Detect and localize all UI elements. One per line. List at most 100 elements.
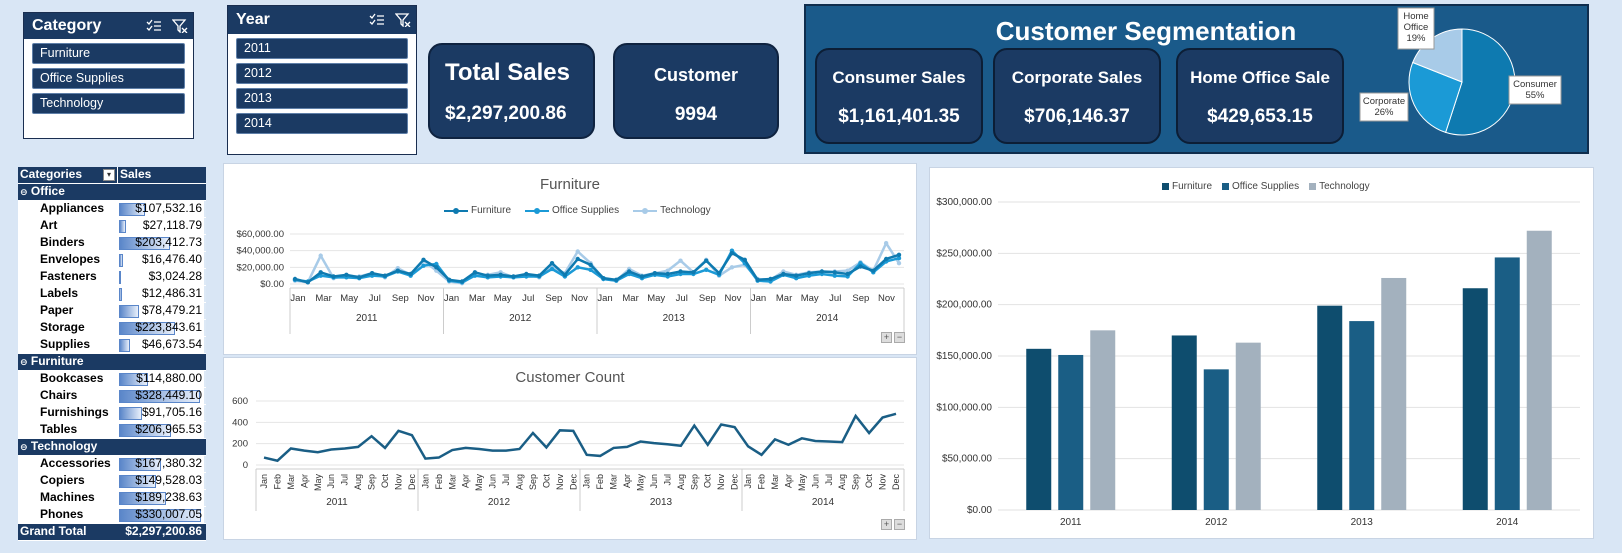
consumer-sales-value: $1,161,401.35 bbox=[838, 106, 960, 127]
expand-button[interactable]: + bbox=[881, 332, 892, 343]
pivot-group-label: ⊖ Furniture bbox=[18, 354, 118, 370]
category-slicer-item[interactable]: Technology bbox=[32, 93, 185, 114]
furniture-chart-card: Furniture Furniture Office Supplies Tech… bbox=[223, 163, 917, 355]
pivot-group-row[interactable]: ⊖ Technology bbox=[18, 439, 206, 456]
pivot-header-categories-label: Categories bbox=[20, 167, 83, 181]
pivot-group-row[interactable]: ⊖ Office Supplies bbox=[18, 184, 206, 212]
pivot-item-value: $46,673.54 bbox=[141, 337, 202, 351]
x-tick-label: Dec bbox=[568, 474, 578, 491]
collapse-button[interactable]: − bbox=[894, 332, 905, 343]
x-tick-label: Jan bbox=[582, 474, 592, 489]
pivot-item-label: Accessories bbox=[18, 456, 118, 472]
year-slicer-item[interactable]: 2013 bbox=[236, 88, 408, 109]
yearly-sales-bar-card: Furniture Office Supplies Technology $30… bbox=[929, 167, 1594, 539]
x-tick-label: Apr bbox=[622, 474, 632, 488]
pivot-item-label: Art bbox=[18, 218, 118, 234]
multi-select-icon[interactable] bbox=[141, 13, 167, 39]
customer-count-card: Customer Count 600 400 200 0 Jan Feb Mar Apr May… bbox=[223, 357, 917, 540]
x-tick-label: Mar bbox=[770, 474, 780, 490]
x-tick-label: Sep bbox=[689, 474, 699, 490]
data-point bbox=[434, 265, 439, 270]
x-tick-label: Nov bbox=[393, 474, 403, 491]
x-tick-label: Oct bbox=[703, 474, 713, 489]
pivot-item-value: $167,380.32 bbox=[135, 456, 202, 470]
multi-select-icon[interactable] bbox=[364, 7, 390, 33]
bar bbox=[1171, 335, 1197, 510]
x-tick-label: Jun bbox=[326, 474, 336, 489]
pivot-item-value-cell: $328,449.10 bbox=[118, 388, 204, 404]
pivot-item-row: Fasteners $3,024.28 bbox=[18, 269, 206, 286]
pivot-item-row: Bookcases $114,880.00 bbox=[18, 371, 206, 388]
y-tick-label: $0.00 bbox=[260, 279, 284, 290]
data-point bbox=[536, 273, 542, 278]
data-point bbox=[575, 256, 580, 262]
pivot-item-label: Furnishings bbox=[18, 405, 118, 421]
y-tick-label: $100,000.00 bbox=[936, 402, 992, 413]
pivot-header-row: Categories ▾ Sales bbox=[18, 167, 206, 184]
x-tick-label: Feb bbox=[757, 474, 767, 490]
home-office-sales-value: $429,653.15 bbox=[1207, 106, 1313, 127]
year-slicer-item[interactable]: 2014 bbox=[236, 113, 408, 134]
expand-button[interactable]: + bbox=[881, 519, 892, 530]
collapse-toggle-icon[interactable]: ⊖ bbox=[20, 187, 28, 197]
pivot-item-label: Machines bbox=[18, 490, 118, 506]
data-bar bbox=[119, 288, 123, 301]
x-tick-label: Aug bbox=[837, 474, 847, 490]
data-point bbox=[292, 276, 298, 282]
data-bar bbox=[119, 407, 142, 420]
pivot-item-row: Paper $78,479.21 bbox=[18, 303, 206, 320]
collapse-toggle-icon[interactable]: ⊖ bbox=[20, 357, 28, 367]
data-point bbox=[331, 274, 336, 279]
bar bbox=[1026, 348, 1052, 510]
pivot-item-value: $107,532.16 bbox=[135, 201, 202, 215]
y-tick-label: $250,000.00 bbox=[936, 248, 992, 259]
bar bbox=[1462, 288, 1488, 510]
pie-label-value: 26% bbox=[1374, 107, 1394, 118]
pivot-item-row: Appliances $107,532.16 bbox=[18, 201, 206, 218]
segmentation-panel: Customer Segmentation Consumer Sales $1,… bbox=[804, 4, 1589, 154]
y-tick-label: 0 bbox=[243, 460, 248, 471]
x-tick-label: Jun bbox=[488, 474, 498, 489]
pie-label-name: Corporate bbox=[1363, 96, 1405, 107]
data-point bbox=[459, 279, 465, 284]
data-point bbox=[819, 269, 825, 274]
clear-filter-icon[interactable] bbox=[390, 7, 416, 33]
pivot-item-value-cell: $206,965.53 bbox=[118, 422, 204, 438]
x-tick-label: Apr bbox=[461, 474, 471, 488]
category-slicer-item[interactable]: Office Supplies bbox=[32, 68, 185, 89]
x-tick-label: Oct bbox=[864, 474, 874, 489]
pivot-item-label: Phones bbox=[18, 507, 118, 523]
pivot-item-label: Supplies bbox=[18, 337, 118, 353]
pie-label-name: Consumer bbox=[1513, 79, 1557, 90]
data-point bbox=[549, 260, 555, 266]
data-point bbox=[408, 271, 413, 277]
data-point bbox=[665, 271, 670, 277]
data-point bbox=[472, 270, 478, 275]
year-slicer-item[interactable]: 2012 bbox=[236, 63, 408, 84]
data-point bbox=[588, 262, 593, 268]
clear-filter-icon[interactable] bbox=[167, 13, 193, 39]
filter-dropdown-icon[interactable]: ▾ bbox=[103, 169, 115, 181]
collapse-button[interactable]: − bbox=[894, 519, 905, 530]
segmentation-title: Customer Segmentation bbox=[995, 16, 1297, 46]
x-tick-label: Jul bbox=[676, 293, 688, 304]
data-point bbox=[421, 257, 426, 263]
year-slicer-item[interactable]: 2011 bbox=[236, 38, 408, 59]
home-office-sales-card: Home Office Sale $429,653.15 bbox=[1176, 48, 1344, 144]
x-tick-label: Jul bbox=[829, 293, 841, 304]
x-tick-label: Aug bbox=[353, 474, 363, 490]
category-slicer-item[interactable]: Furniture bbox=[32, 43, 185, 64]
pivot-item-value: $189,238.63 bbox=[135, 490, 202, 504]
x-tick-label: Jul bbox=[662, 474, 672, 486]
x-tick-label: Nov bbox=[878, 293, 895, 304]
pivot-group-name: Furniture bbox=[30, 354, 84, 368]
pivot-item-value-cell: $107,532.16 bbox=[118, 201, 204, 217]
x-tick-label: May bbox=[797, 474, 807, 492]
collapse-toggle-icon[interactable]: ⊖ bbox=[20, 442, 28, 452]
pivot-item-label: Fasteners bbox=[18, 269, 118, 285]
pivot-group-row[interactable]: ⊖ Furniture bbox=[18, 354, 206, 371]
pivot-item-row: Envelopes $16,476.40 bbox=[18, 252, 206, 269]
y-tick-label: $20,000.00 bbox=[236, 262, 284, 273]
data-point bbox=[845, 271, 850, 277]
grand-total-label: Grand Total bbox=[20, 524, 87, 538]
